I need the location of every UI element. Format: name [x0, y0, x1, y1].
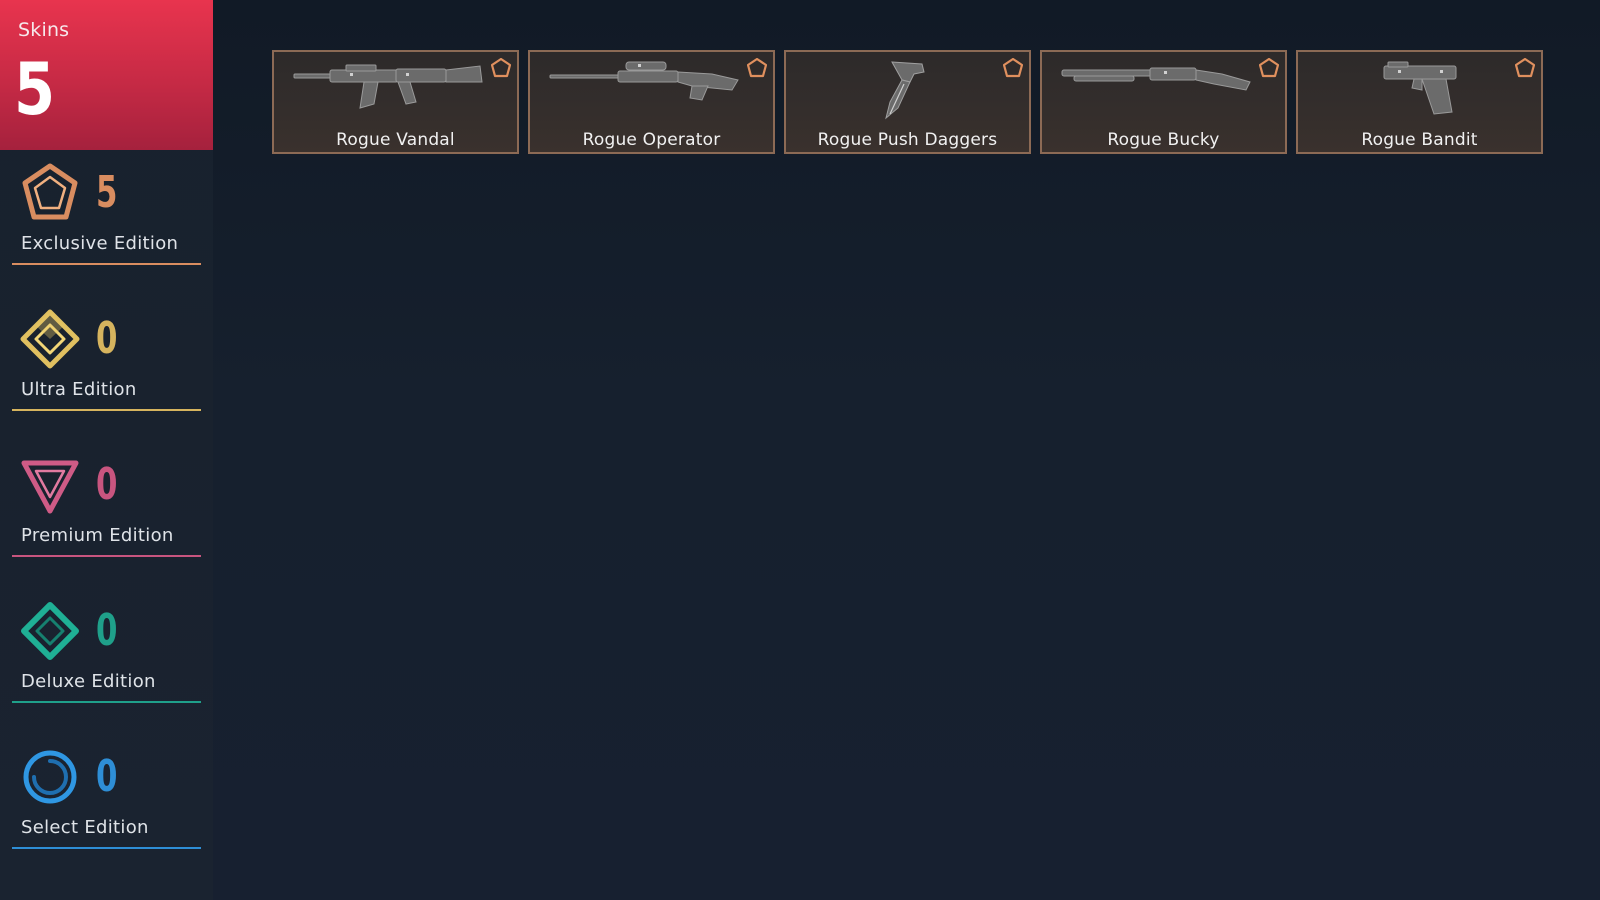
skin-card-rogue-bucky[interactable]: Rogue Bucky — [1040, 50, 1287, 154]
edition-deluxe[interactable]: 0 Deluxe Edition — [12, 601, 201, 703]
skin-card-rogue-bandit[interactable]: Rogue Bandit — [1296, 50, 1543, 154]
sniper-rifle-icon — [549, 61, 739, 101]
edition-select[interactable]: 0 Select Edition — [12, 747, 201, 849]
edition-count: 0 — [96, 751, 118, 802]
exclusive-edition-icon — [1259, 58, 1279, 78]
edition-ultra[interactable]: 0 Ultra Edition — [12, 309, 201, 411]
skin-card-rogue-vandal[interactable]: Rogue Vandal — [272, 50, 519, 154]
skin-name: Rogue Bucky — [1107, 130, 1220, 150]
edition-name: Premium Edition — [21, 525, 174, 546]
ultra-edition-icon — [20, 309, 80, 369]
skin-name: Rogue Vandal — [336, 130, 455, 150]
edition-count: 0 — [96, 313, 118, 364]
skin-card-rogue-operator[interactable]: Rogue Operator — [528, 50, 775, 154]
select-edition-icon — [23, 750, 77, 804]
edition-count: 5 — [96, 167, 118, 218]
shotgun-icon — [1061, 67, 1251, 91]
edition-count: 0 — [96, 459, 118, 510]
skins-summary: Skins 5 — [0, 0, 213, 150]
edition-name: Ultra Edition — [21, 379, 137, 400]
deluxe-edition-icon — [21, 602, 79, 660]
edition-premium[interactable]: 0 Premium Edition — [12, 455, 201, 557]
pistol-icon — [1383, 61, 1457, 115]
skins-total-count: 5 — [14, 47, 56, 131]
push-dagger-icon — [885, 61, 925, 120]
edition-exclusive[interactable]: 5 Exclusive Edition — [12, 163, 201, 265]
exclusive-edition-icon — [491, 58, 511, 78]
edition-count: 0 — [96, 605, 118, 656]
rifle-icon — [293, 64, 483, 109]
skin-name: Rogue Bandit — [1361, 130, 1478, 150]
skin-name: Rogue Operator — [582, 130, 721, 150]
edition-name: Deluxe Edition — [21, 671, 156, 692]
edition-name: Select Edition — [21, 817, 149, 838]
skin-card-rogue-push-daggers[interactable]: Rogue Push Daggers — [784, 50, 1031, 154]
skins-label: Skins — [18, 19, 70, 41]
exclusive-edition-icon — [1003, 58, 1023, 78]
skin-name: Rogue Push Daggers — [817, 130, 998, 150]
sidebar: Skins 5 5 Exclusive Edition 0 Ultra Edit… — [0, 0, 213, 900]
edition-name: Exclusive Edition — [21, 233, 179, 254]
exclusive-edition-icon — [1515, 58, 1535, 78]
premium-edition-icon — [21, 460, 79, 514]
skin-card-list: Rogue Vandal Rogue Operator Rogue Push D… — [272, 50, 1543, 154]
exclusive-edition-icon — [747, 58, 767, 78]
exclusive-edition-icon — [22, 163, 78, 220]
